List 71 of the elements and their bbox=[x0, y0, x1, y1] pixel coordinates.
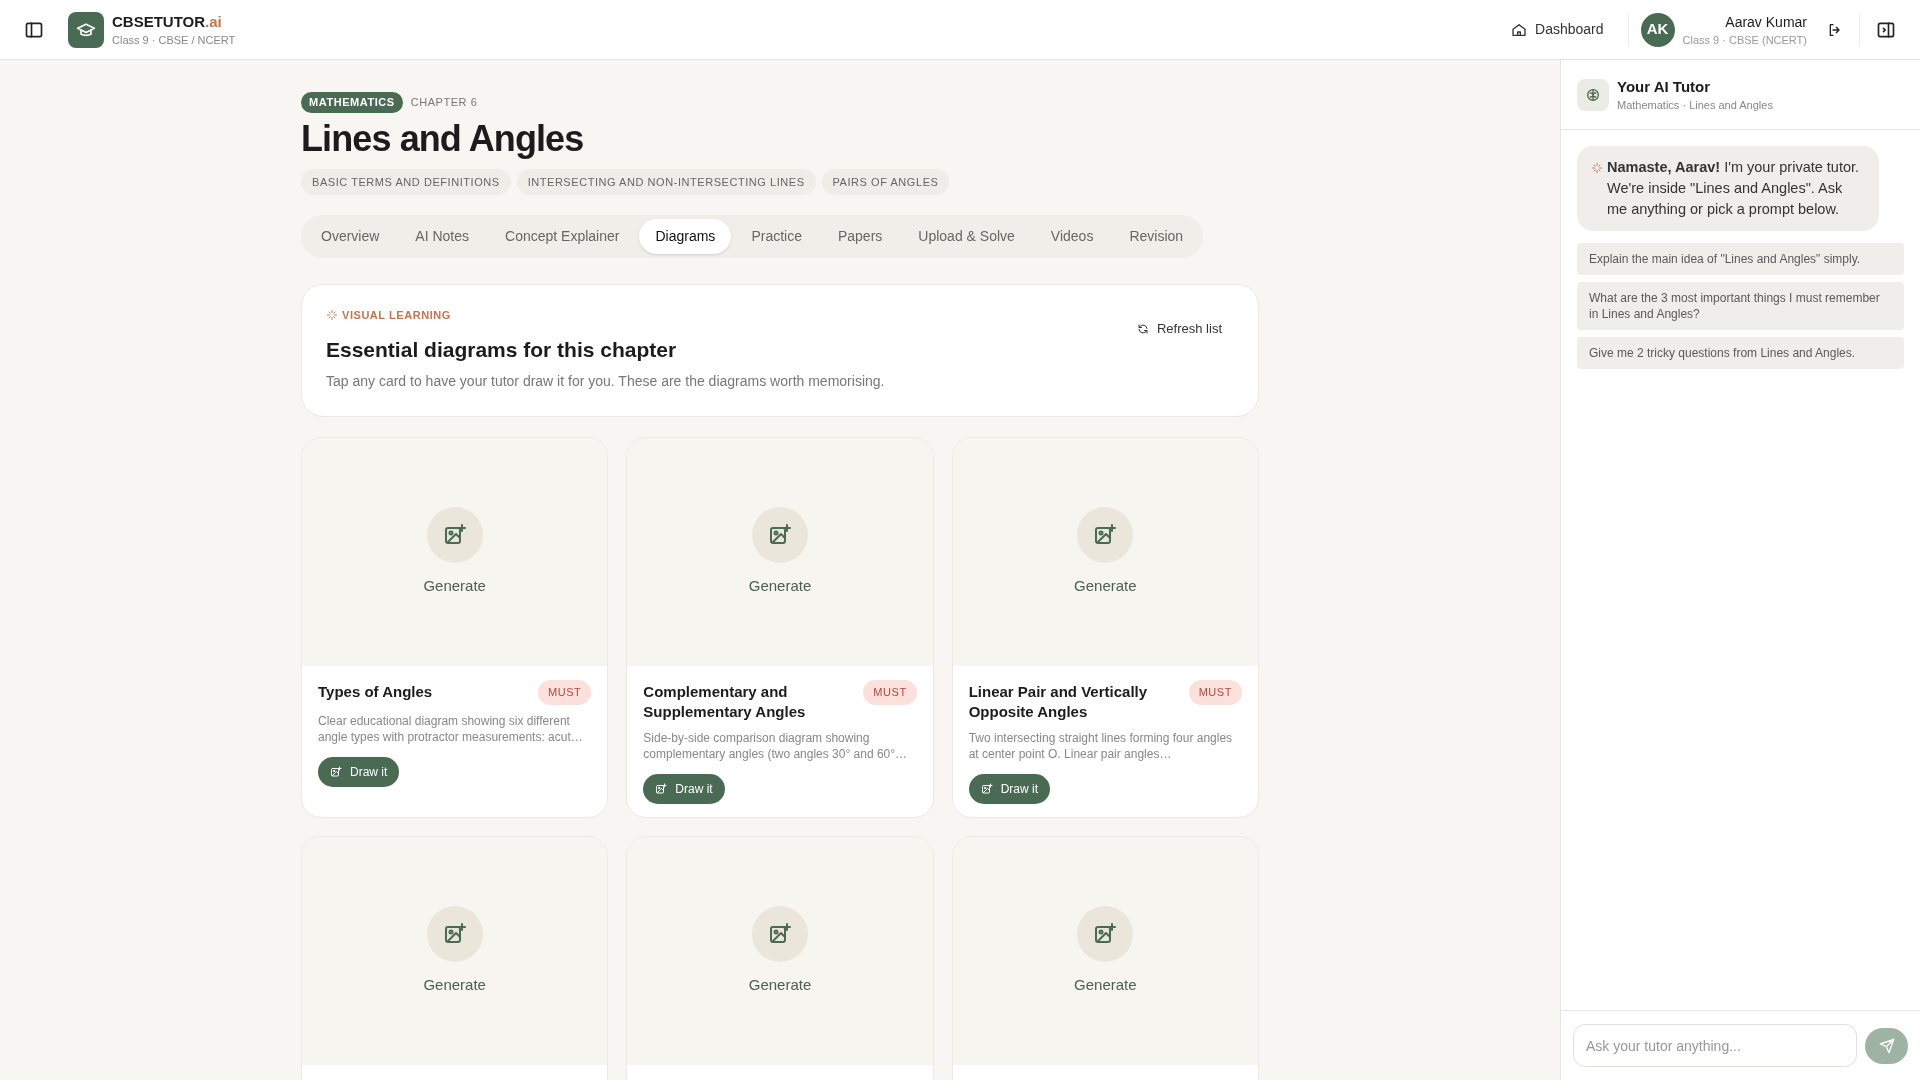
tab[interactable]: AI Notes bbox=[399, 219, 486, 254]
generate-label: Generate bbox=[1074, 575, 1137, 596]
must-badge: MUST bbox=[863, 680, 917, 705]
refresh-icon bbox=[1136, 322, 1149, 335]
topic-chip[interactable]: BASIC TERMS AND DEFINITIONS bbox=[301, 168, 511, 195]
send-icon bbox=[1878, 1037, 1895, 1054]
diagram-card[interactable]: Generate bbox=[626, 836, 934, 1080]
image-plus-icon bbox=[1093, 522, 1118, 547]
draw-button[interactable]: Draw it bbox=[643, 774, 725, 804]
topic-chip[interactable]: PAIRS OF ANGLES bbox=[821, 168, 950, 195]
tab[interactable]: Videos bbox=[1034, 219, 1110, 254]
card-description: Two intersecting straight lines forming four angles at center point O. Linear pair angles… bbox=[968, 730, 1234, 762]
card-description: Side-by-side comparison diagram showing complementary angles (two angles 30° and 60°… bbox=[643, 730, 909, 762]
image-plus-icon bbox=[1093, 921, 1118, 946]
diagram-card[interactable]: Generate Complementary and Supplementary Angles MUST Side-by-side comparison diagram showing complementary angles (two angles 30° and 60°… Draw it bbox=[626, 437, 934, 818]
image-plus-icon bbox=[442, 522, 467, 547]
sparkle-icon bbox=[1591, 162, 1603, 174]
brand-name: CBSETUTOR.ai bbox=[112, 11, 223, 32]
tab[interactable]: Papers bbox=[821, 219, 899, 254]
greeting-message: Namaste, Aarav! I'm your private tutor. We're inside "Lines and Angles". Ask me anything or pick a prompt below. bbox=[1607, 158, 1861, 219]
tab[interactable]: Revision bbox=[1113, 219, 1200, 254]
must-badge: MUST bbox=[537, 680, 592, 705]
draw-button[interactable]: Draw it bbox=[318, 756, 400, 787]
user-name: Aarav Kumar bbox=[1725, 12, 1807, 32]
image-plus-icon bbox=[655, 783, 668, 795]
suggested-prompt[interactable]: Give me 2 tricky questions from Lines and Angles. bbox=[1577, 337, 1904, 369]
card-title: Linear Pair and Vertically Opposite Angles bbox=[968, 682, 1149, 722]
diagram-card[interactable]: Generate bbox=[301, 836, 609, 1080]
section-eyebrow: VISUAL LEARNING bbox=[342, 308, 451, 323]
diagram-card[interactable]: Generate Linear Pair and Vertically Opposite Angles MUST Two intersecting straight lines forming four angles at center point O. Linear pair angles… Draw it bbox=[951, 437, 1259, 818]
subject-badge: MATHEMATICS bbox=[301, 92, 403, 113]
tab[interactable]: Overview bbox=[305, 219, 396, 254]
must-badge: MUST bbox=[1188, 680, 1242, 705]
tab[interactable]: Concept Explainer bbox=[489, 219, 636, 254]
user-detail: Class 9 · CBSE (NCERT) bbox=[1682, 32, 1807, 48]
home-icon bbox=[1511, 21, 1527, 38]
section-title: Essential diagrams for this chapter bbox=[326, 336, 678, 363]
image-plus-icon bbox=[330, 765, 342, 778]
suggested-prompt[interactable]: What are the 3 most important things I must remember in Lines and Angles? bbox=[1577, 282, 1904, 330]
tab[interactable]: Upload & Solve bbox=[902, 219, 1031, 254]
brand-subtitle: Class 9 · CBSE / NCERT bbox=[112, 32, 236, 48]
image-plus-icon bbox=[442, 921, 467, 946]
draw-button[interactable]: Draw it bbox=[968, 774, 1050, 804]
card-title: Complementary and Supplementary Angles bbox=[643, 682, 807, 722]
suggested-prompt[interactable]: Explain the main idea of "Lines and Angles" simply. bbox=[1577, 243, 1904, 275]
sparkle-icon bbox=[326, 309, 338, 322]
generate-label: Generate bbox=[423, 974, 486, 995]
generate-label: Generate bbox=[423, 575, 486, 596]
card-title: Types of Angles bbox=[318, 682, 434, 702]
tab[interactable]: Practice bbox=[735, 219, 818, 254]
user-avatar[interactable]: AK bbox=[1640, 12, 1675, 47]
refresh-button[interactable]: Refresh list bbox=[1124, 315, 1234, 343]
brain-icon bbox=[1585, 86, 1601, 103]
topic-chip[interactable]: INTERSECTING AND NON-INTERSECTING LINES bbox=[516, 168, 816, 195]
chat-input[interactable]: Ask your tutor anything... bbox=[1573, 1024, 1857, 1067]
image-plus-icon bbox=[768, 921, 792, 946]
dashboard-link[interactable]: Dashboard bbox=[1499, 15, 1616, 44]
chapter-number: CHAPTER 6 bbox=[410, 95, 478, 110]
diagram-card[interactable]: Generate bbox=[951, 836, 1259, 1080]
section-description: Tap any card to have your tutor draw it for you. These are the diagrams worth memorising. bbox=[326, 372, 886, 391]
generate-label: Generate bbox=[1074, 974, 1137, 995]
generate-label: Generate bbox=[748, 575, 812, 596]
tab[interactable]: Diagrams bbox=[639, 219, 732, 254]
image-plus-icon bbox=[980, 783, 993, 795]
tutor-subtitle: Mathematics · Lines and Angles bbox=[1617, 97, 1773, 113]
diagram-card[interactable]: Generate Types of Angles MUST Clear educational diagram showing six different angle types with protractor measurements: acut… Draw it bbox=[301, 437, 609, 818]
generate-label: Generate bbox=[748, 974, 812, 995]
tutor-title: Your AI Tutor bbox=[1617, 76, 1712, 97]
image-plus-icon bbox=[768, 522, 792, 547]
card-description: Clear educational diagram showing six different angle types with protractor measurements: acut… bbox=[318, 712, 584, 745]
chapter-title: Lines and Angles bbox=[301, 116, 585, 161]
